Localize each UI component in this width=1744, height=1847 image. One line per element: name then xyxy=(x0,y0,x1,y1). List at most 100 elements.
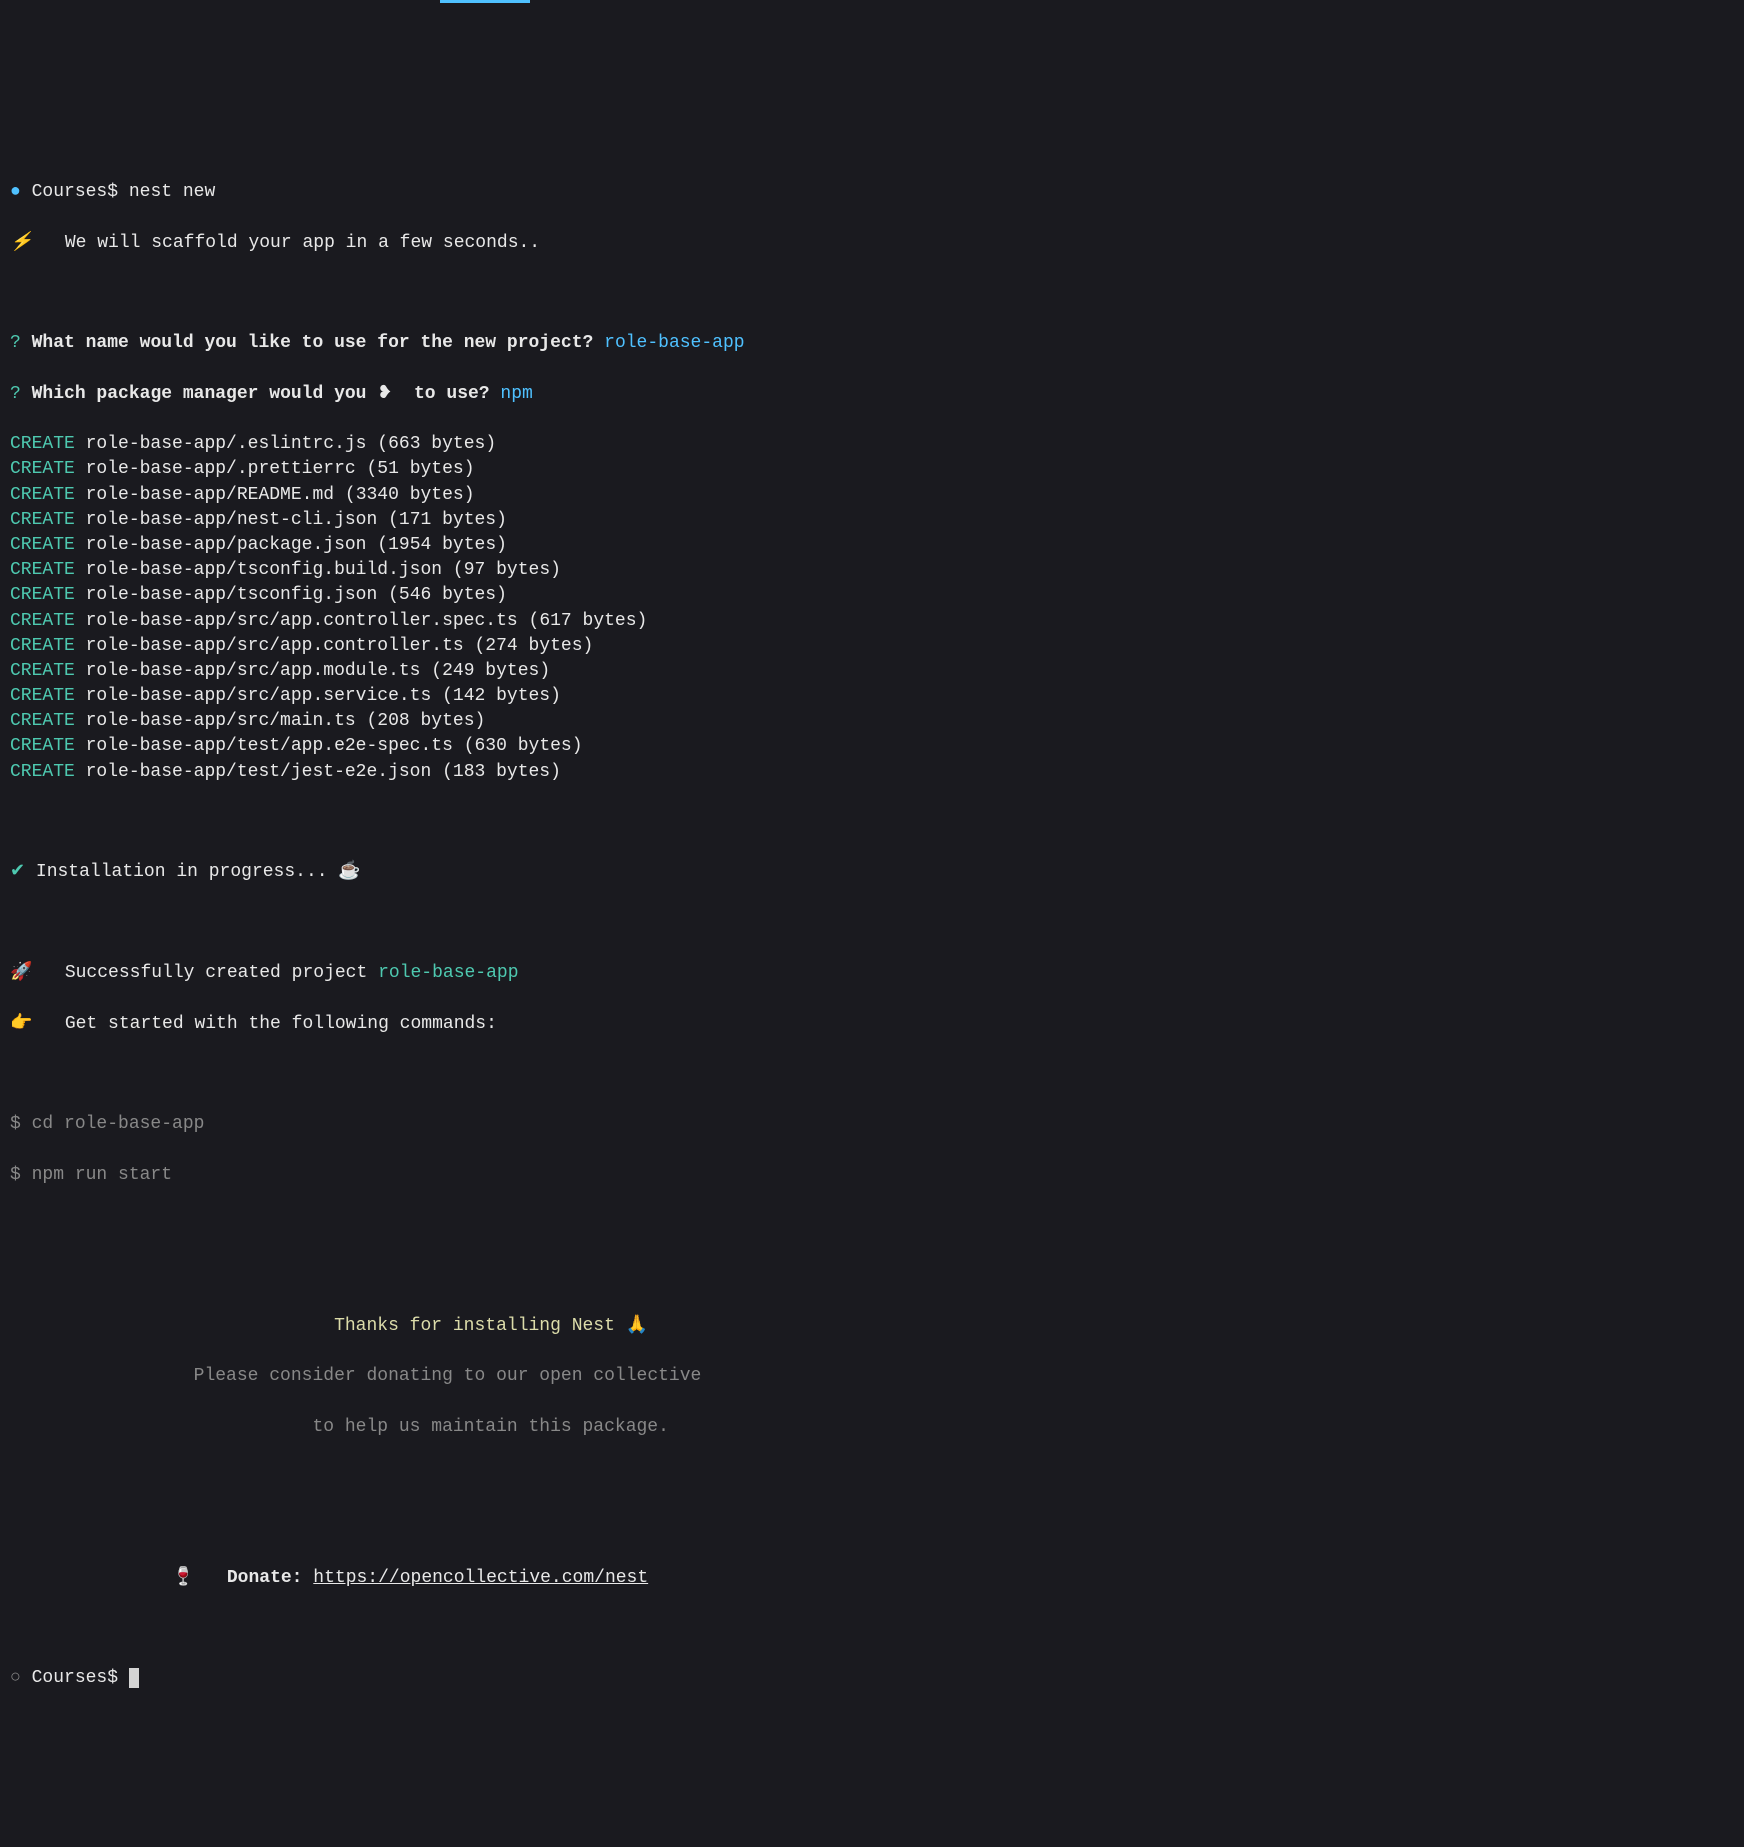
cursor-icon xyxy=(129,1668,139,1688)
prompt-symbol: $ xyxy=(10,1114,32,1134)
prompt-line: ● Courses$ nest new xyxy=(10,180,1734,205)
cmd-text: cd role-base-app xyxy=(32,1114,205,1134)
get-started-text: Get started with the following commands: xyxy=(65,1014,497,1034)
create-file-line: CREATE role-base-app/src/app.controller.… xyxy=(10,609,1734,634)
prompt-path: Courses$ xyxy=(32,1668,118,1688)
success-line: 🚀 Successfully created project role-base… xyxy=(10,961,1734,986)
create-file-line: CREATE role-base-app/nest-cli.json (171 … xyxy=(10,508,1734,533)
terminal-output[interactable]: ● Courses$ nest new ⚡ We will scaffold y… xyxy=(10,155,1734,1717)
file-path: role-base-app/nest-cli.json xyxy=(86,510,378,530)
create-label: CREATE xyxy=(10,762,75,782)
create-file-line: CREATE role-base-app/src/app.service.ts … xyxy=(10,684,1734,709)
blank-line xyxy=(10,810,1734,835)
cmd-line-1: $ cd role-base-app xyxy=(10,1112,1734,1137)
file-path: role-base-app/.eslintrc.js xyxy=(86,434,367,454)
file-size: (630 bytes) xyxy=(464,736,583,756)
create-file-line: CREATE role-base-app/src/app.controller.… xyxy=(10,634,1734,659)
create-file-line: CREATE role-base-app/.eslintrc.js (663 b… xyxy=(10,432,1734,457)
create-label: CREATE xyxy=(10,535,75,555)
file-path: role-base-app/package.json xyxy=(86,535,367,555)
blank-line xyxy=(10,281,1734,306)
file-size: (3340 bytes) xyxy=(345,485,475,505)
thanks-line: Thanks for installing Nest 🙏 xyxy=(10,1314,1734,1339)
file-path: role-base-app/test/jest-e2e.json xyxy=(86,762,432,782)
create-file-line: CREATE role-base-app/src/main.ts (208 by… xyxy=(10,709,1734,734)
question-text: What name would you like to use for the … xyxy=(32,333,594,353)
blank-line xyxy=(10,1515,1734,1540)
question-text-a: Which package manager would you xyxy=(32,384,378,404)
create-label: CREATE xyxy=(10,434,75,454)
file-path: role-base-app/src/app.controller.ts xyxy=(86,636,464,656)
file-size: (663 bytes) xyxy=(377,434,496,454)
prompt-path: Courses$ xyxy=(32,182,118,202)
donate-label: Donate: xyxy=(227,1568,303,1588)
prompt-line-bottom[interactable]: ○ Courses$ xyxy=(10,1666,1734,1691)
file-size: (546 bytes) xyxy=(388,585,507,605)
file-size: (208 bytes) xyxy=(366,711,485,731)
heart-icon: ❥ xyxy=(377,384,392,404)
thanks-text: Thanks for installing Nest xyxy=(334,1316,626,1336)
blank-line xyxy=(10,911,1734,936)
file-size: (97 bytes) xyxy=(453,560,561,580)
create-label: CREATE xyxy=(10,611,75,631)
create-label: CREATE xyxy=(10,459,75,479)
question-mark-icon: ? xyxy=(10,384,21,404)
prompt-bullet-icon: ● xyxy=(10,182,21,202)
file-path: role-base-app/src/main.ts xyxy=(86,711,356,731)
blank-line xyxy=(10,1616,1734,1641)
prompt-symbol: $ xyxy=(10,1165,32,1185)
create-label: CREATE xyxy=(10,585,75,605)
create-label: CREATE xyxy=(10,485,75,505)
create-label: CREATE xyxy=(10,711,75,731)
get-started-line: 👉 Get started with the following command… xyxy=(10,1012,1734,1037)
cmd-line-2: $ npm run start xyxy=(10,1163,1734,1188)
create-file-line: CREATE role-base-app/test/app.e2e-spec.t… xyxy=(10,734,1734,759)
blank-line xyxy=(10,1062,1734,1087)
file-path: role-base-app/src/app.service.ts xyxy=(86,686,432,706)
pray-icon: 🙏 xyxy=(626,1316,648,1336)
wine-icon: 🍷 xyxy=(172,1568,194,1588)
create-file-line: CREATE role-base-app/tsconfig.json (546 … xyxy=(10,583,1734,608)
check-icon: ✔ xyxy=(10,862,25,882)
rocket-icon: 🚀 xyxy=(10,963,32,983)
question-project-name: ? What name would you like to use for th… xyxy=(10,331,1734,356)
blank-line xyxy=(10,1263,1734,1288)
file-path: role-base-app/.prettierrc xyxy=(86,459,356,479)
donate-plea-2: to help us maintain this package. xyxy=(10,1415,1734,1440)
create-label: CREATE xyxy=(10,510,75,530)
file-size: (171 bytes) xyxy=(388,510,507,530)
tab-accent xyxy=(440,0,530,3)
answer-text: npm xyxy=(500,384,532,404)
coffee-icon: ☕ xyxy=(338,862,360,882)
scaffold-msg: We will scaffold your app in a few secon… xyxy=(65,233,540,253)
donate-text: to help us maintain this package. xyxy=(312,1417,668,1437)
file-size: (617 bytes) xyxy=(529,611,648,631)
file-path: role-base-app/tsconfig.json xyxy=(86,585,378,605)
cmd-text: npm run start xyxy=(32,1165,172,1185)
file-size: (1954 bytes) xyxy=(377,535,507,555)
create-file-line: CREATE role-base-app/package.json (1954 … xyxy=(10,533,1734,558)
create-label: CREATE xyxy=(10,686,75,706)
file-size: (142 bytes) xyxy=(442,686,561,706)
question-package-manager: ? Which package manager would you ❥ to u… xyxy=(10,382,1734,407)
file-size: (51 bytes) xyxy=(366,459,474,479)
create-label: CREATE xyxy=(10,661,75,681)
create-label: CREATE xyxy=(10,636,75,656)
file-size: (183 bytes) xyxy=(442,762,561,782)
blank-line xyxy=(10,1465,1734,1490)
project-name: role-base-app xyxy=(378,963,518,983)
create-file-line: CREATE role-base-app/.prettierrc (51 byt… xyxy=(10,457,1734,482)
created-files-list: CREATE role-base-app/.eslintrc.js (663 b… xyxy=(10,432,1734,785)
create-file-line: CREATE role-base-app/src/app.module.ts (… xyxy=(10,659,1734,684)
donate-link[interactable]: https://opencollective.com/nest xyxy=(313,1568,648,1588)
file-path: role-base-app/src/app.controller.spec.ts xyxy=(86,611,518,631)
pointing-hand-icon: 👉 xyxy=(10,1014,32,1034)
scaffold-line: ⚡ We will scaffold your app in a few sec… xyxy=(10,231,1734,256)
lightning-icon: ⚡ xyxy=(10,233,32,253)
donate-plea-1: Please consider donating to our open col… xyxy=(10,1364,1734,1389)
create-label: CREATE xyxy=(10,560,75,580)
answer-text: role-base-app xyxy=(604,333,744,353)
blank-line xyxy=(10,1213,1734,1238)
question-mark-icon: ? xyxy=(10,333,21,353)
install-line: ✔ Installation in progress... ☕ xyxy=(10,860,1734,885)
